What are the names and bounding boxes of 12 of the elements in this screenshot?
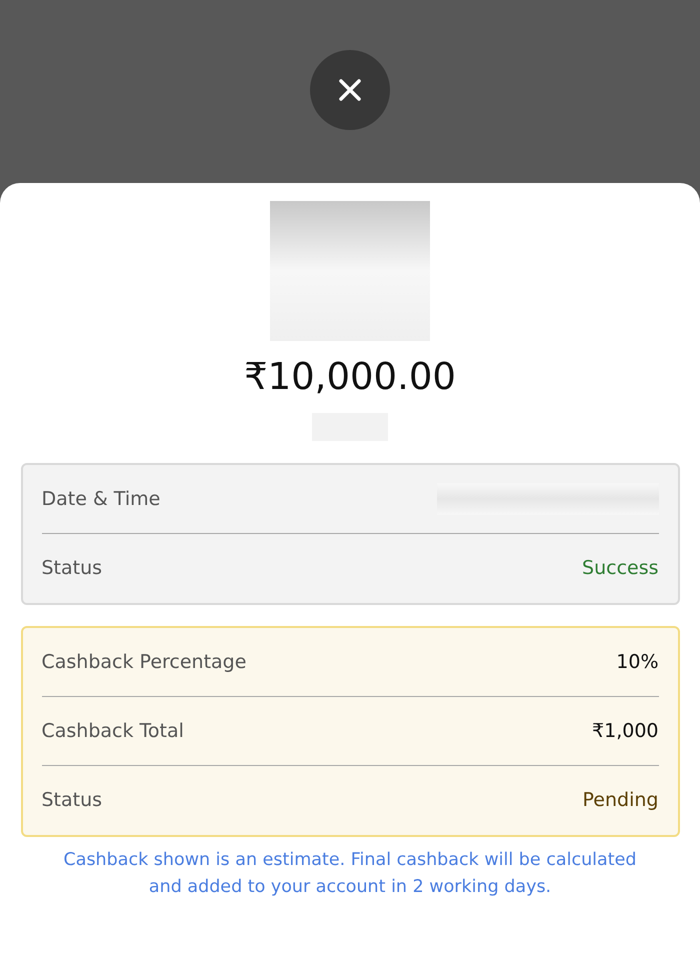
row-value: Pending [582, 788, 658, 814]
row-value: Success [582, 556, 658, 582]
row-label: Cashback Percentage [42, 650, 246, 675]
row-label: Date & Time [42, 486, 160, 512]
amount: ₹10,000.00 [244, 355, 456, 399]
row-value: ₹1,000 [592, 718, 658, 744]
row-label: Status [42, 556, 102, 582]
row-label: Cashback Total [42, 718, 184, 744]
row-value: 10% [616, 650, 658, 675]
row-label: Status [42, 788, 102, 814]
close-icon [338, 78, 362, 102]
cashback-note: Cashback shown is an estimate. Final cashback will be calculated and added to your account in 2 working days. [62, 849, 638, 899]
